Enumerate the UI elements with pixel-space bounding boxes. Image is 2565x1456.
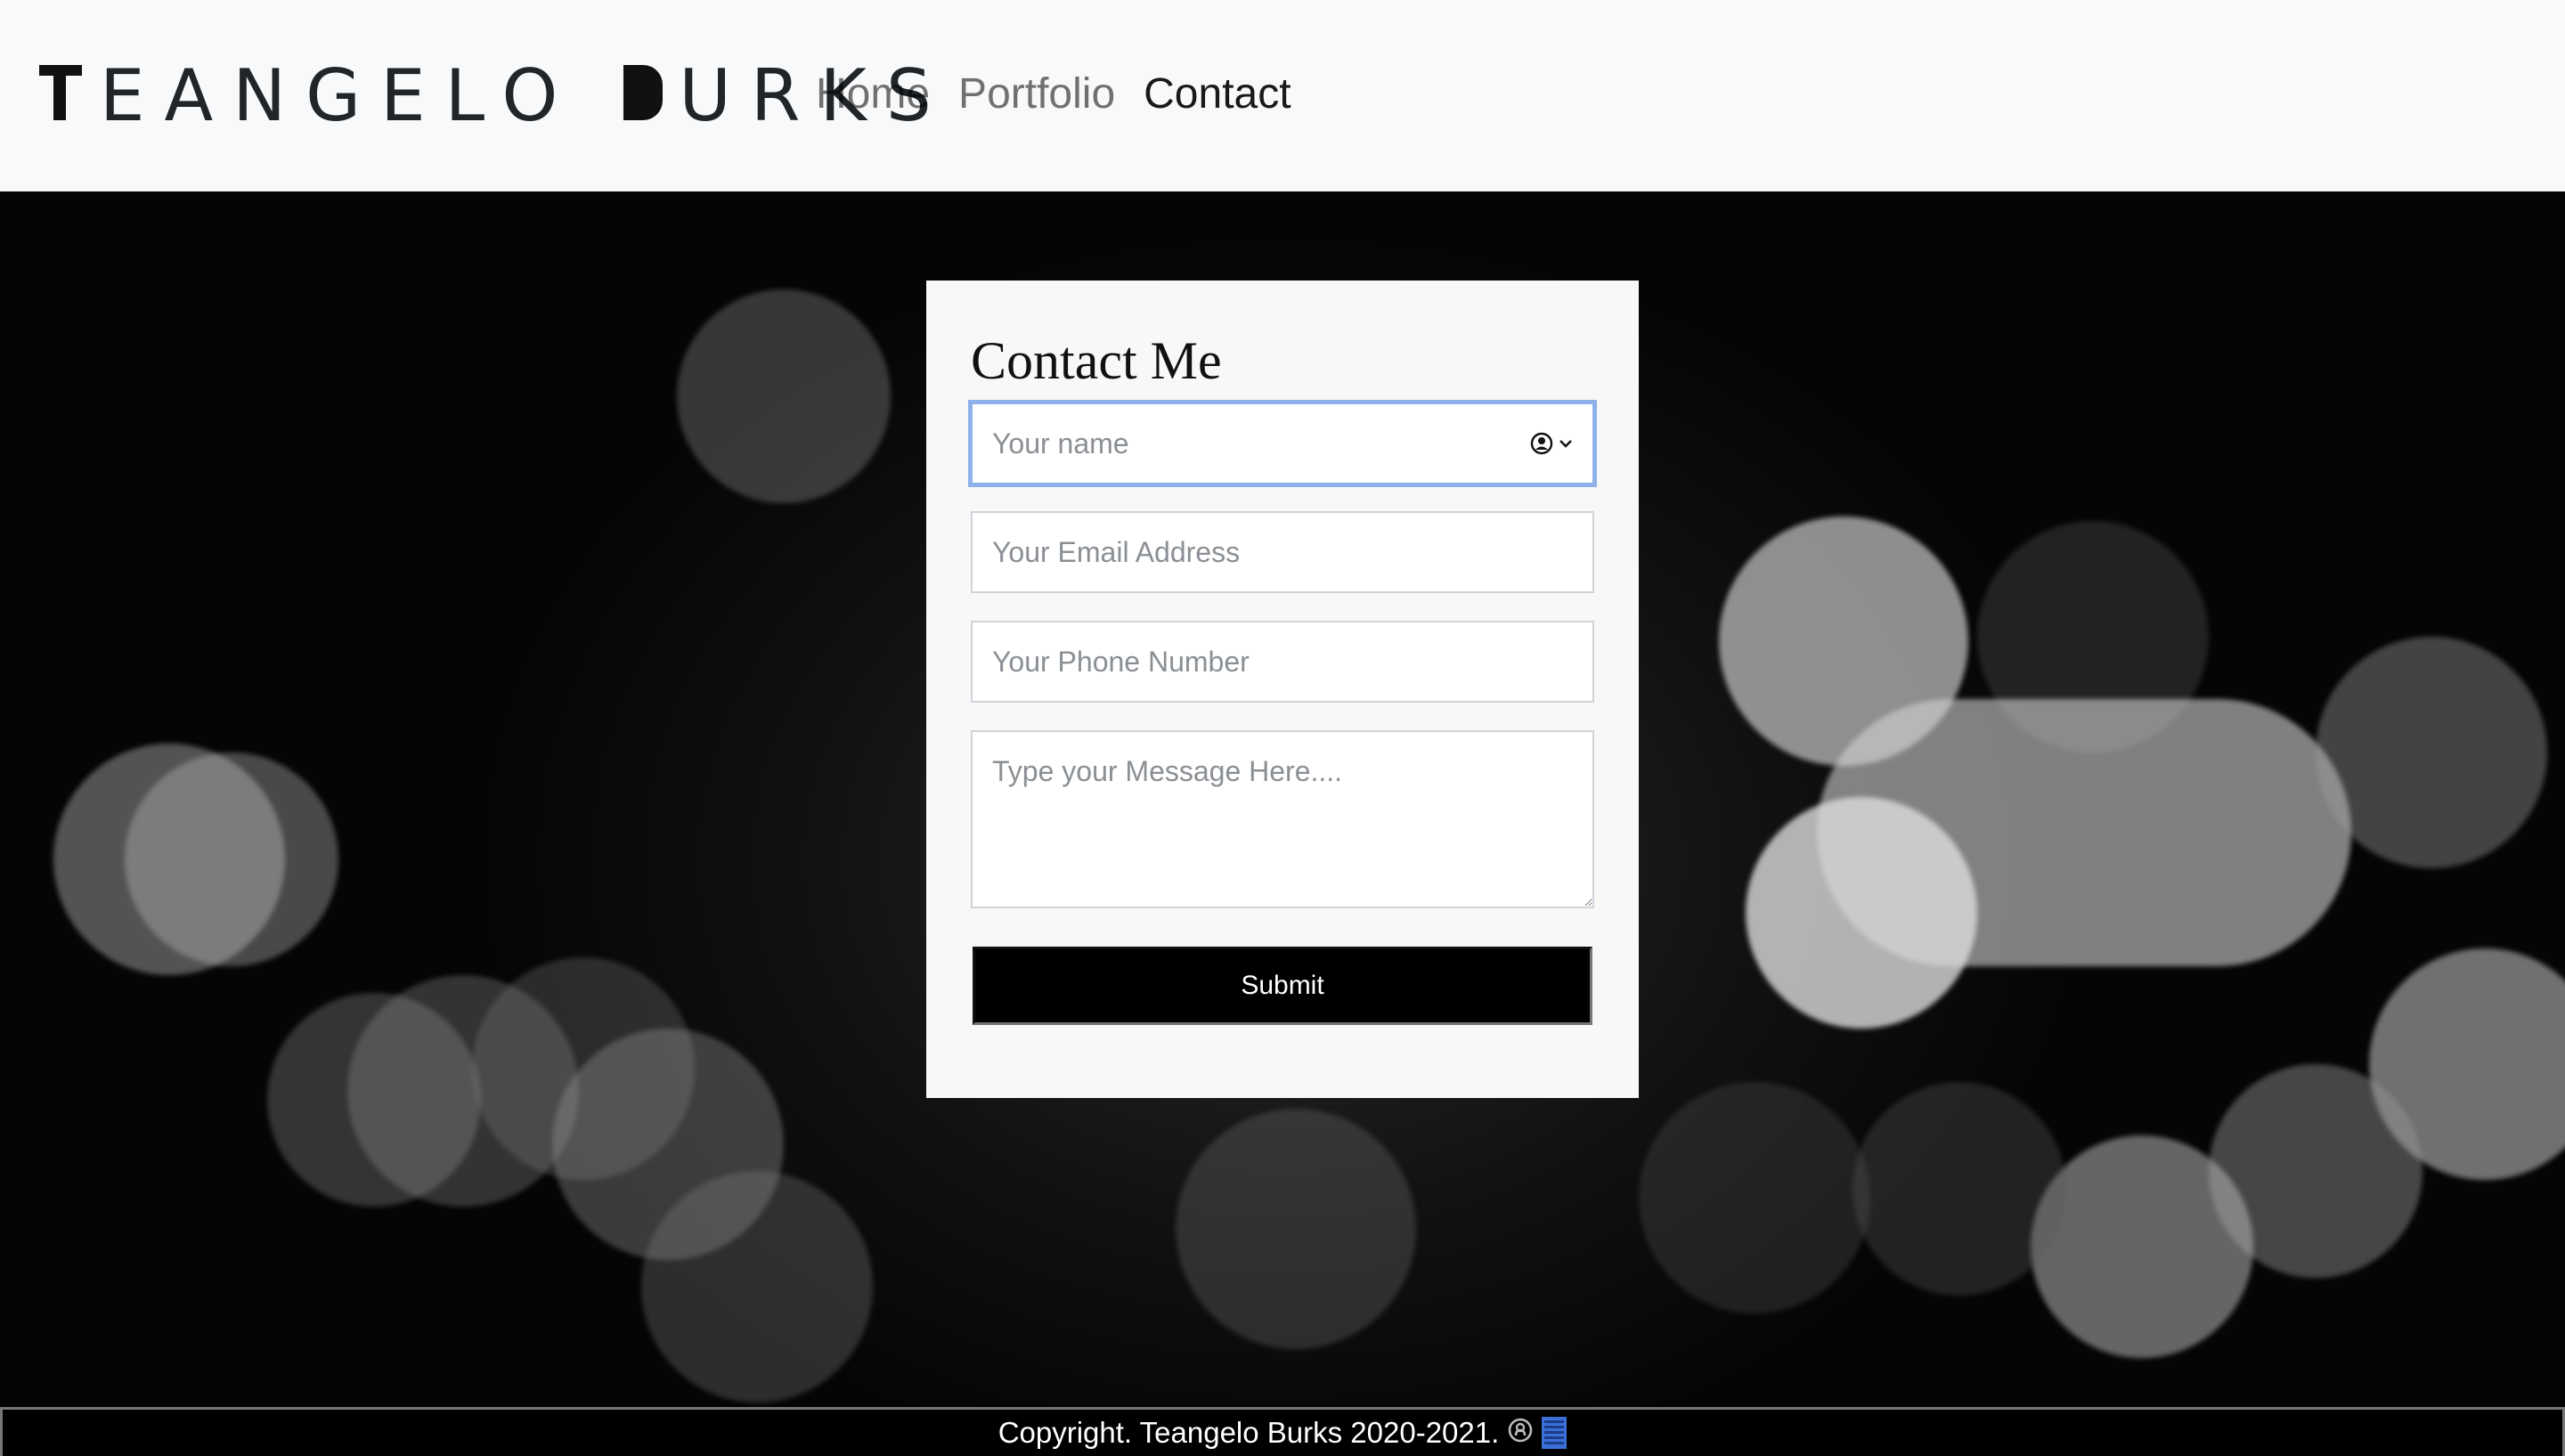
bokeh-light	[1852, 1082, 2066, 1296]
chevron-down-icon	[1559, 440, 1572, 448]
bokeh-light	[125, 752, 338, 966]
nav-contact-link[interactable]: Contact	[1144, 66, 1291, 123]
bokeh-light	[641, 1171, 873, 1403]
bokeh-light	[1176, 1109, 1416, 1349]
github-link[interactable]	[1508, 1416, 1533, 1450]
nav-links: Home Portfolio Contact	[816, 66, 1291, 123]
copyright-text: Copyright. Teangelo Burks 2020-2021.	[998, 1416, 1500, 1449]
form-title: Contact Me	[971, 331, 1222, 390]
github-icon	[1508, 1418, 1533, 1443]
bokeh-light	[1639, 1082, 1870, 1314]
logo-t-glyph	[39, 65, 82, 120]
bokeh-light	[677, 289, 891, 503]
nav-home-link[interactable]: Home	[816, 66, 930, 123]
message-textarea[interactable]	[971, 730, 1594, 908]
navbar: EANGELO URKS Home Portfolio Contact	[0, 0, 2565, 191]
linkedin-icon	[1542, 1417, 1568, 1449]
email-input[interactable]	[971, 511, 1594, 593]
nav-portfolio-link[interactable]: Portfolio	[958, 66, 1115, 123]
contact-autofill-icon	[1530, 432, 1553, 455]
site-logo[interactable]: EANGELO URKS	[39, 53, 951, 139]
logo-first-name: EANGELO	[39, 53, 577, 139]
submit-button[interactable]: Submit	[973, 947, 1592, 1025]
bokeh-light	[1746, 797, 1977, 1029]
phone-input[interactable]	[971, 621, 1594, 703]
contact-autofill-button[interactable]	[1530, 432, 1573, 455]
contact-form: Contact Me Submit	[926, 281, 1639, 1098]
logo-b-glyph	[623, 65, 664, 120]
name-input[interactable]	[968, 400, 1597, 487]
bokeh-light	[2316, 637, 2547, 868]
linkedin-link[interactable]	[1542, 1417, 1568, 1449]
footer: Copyright. Teangelo Burks 2020-2021.	[0, 1407, 2565, 1456]
